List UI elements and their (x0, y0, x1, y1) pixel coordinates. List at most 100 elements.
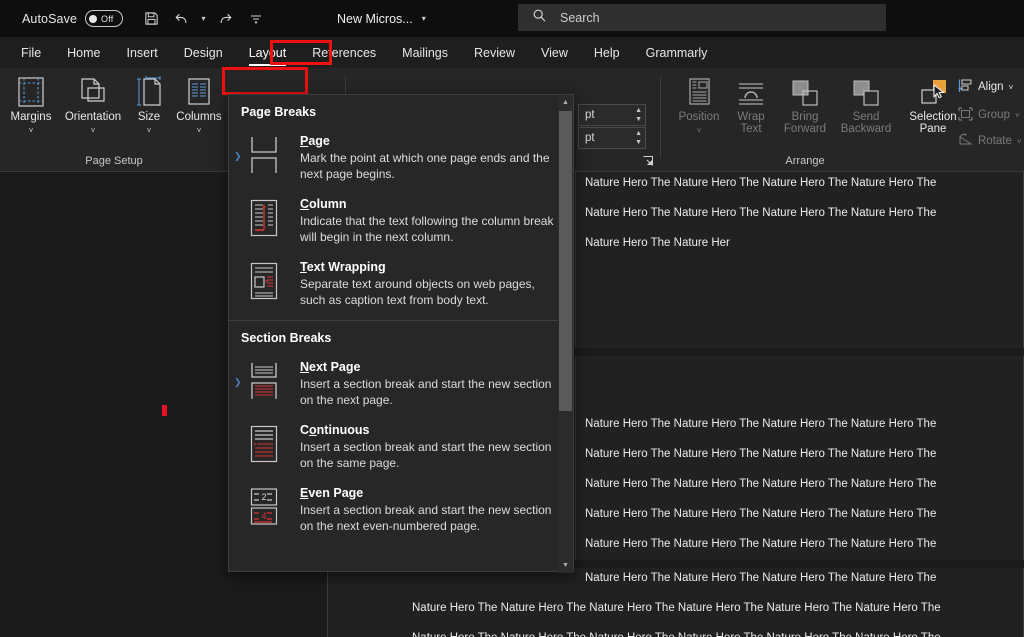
next-page-break-icon (242, 360, 286, 408)
ribbon-group-page-setup: Margins ˅ Orientation ˅ Size ˅ Columns ˅… (0, 68, 228, 172)
section-breaks-section-header: Section Breaks (241, 331, 332, 345)
position-icon (685, 74, 713, 108)
orientation-caret-icon[interactable]: ˅ (91, 126, 96, 135)
margins-icon (16, 74, 46, 108)
tab-references[interactable]: References (299, 37, 389, 68)
undo-dropdown-caret-icon[interactable]: ▾ (197, 5, 210, 32)
spacing-before-input[interactable]: pt ▲ ▼ (578, 104, 646, 126)
document-page-3[interactable]: Nature Hero The Nature Hero The Nature H… (327, 568, 1024, 637)
search-placeholder: Search (560, 10, 600, 25)
undo-icon[interactable] (167, 5, 195, 32)
word-application-window: AutoSave Off ▾ New Micros... ▾ Search Fi… (0, 0, 1024, 637)
redo-icon[interactable] (212, 5, 240, 32)
group-label: Group (978, 109, 1010, 121)
breaks-dropdown-menu[interactable]: Page Breaks ❯ Page Mark the point at which … (228, 94, 574, 573)
menu-scrollbar[interactable]: ▲ ▼ (558, 95, 573, 573)
customize-quick-access-toolbar-icon[interactable] (242, 5, 270, 32)
scroll-up-arrow-icon[interactable]: ▲ (558, 95, 573, 110)
document-text-line: Nature Hero The Nature Hero The Nature H… (412, 632, 941, 637)
page-break-icon (242, 134, 286, 182)
menu-item-title: Even Page (300, 486, 364, 500)
margins-caret-icon[interactable]: ˅ (29, 126, 34, 135)
bring-forward-button[interactable]: Bring Forward (776, 74, 834, 135)
dialog-box-launcher-icon[interactable] (643, 156, 654, 170)
group-caret-icon[interactable]: ˅ (1015, 111, 1020, 120)
menu-item-continuous[interactable]: Continuous Insert a section break and sta… (229, 416, 573, 479)
save-icon[interactable] (137, 5, 165, 32)
selection-pane-label: Selection Pane (909, 111, 957, 135)
orientation-icon (77, 74, 109, 108)
menu-item-column[interactable]: Column Indicate that the text following t… (229, 190, 573, 253)
autosave-control[interactable]: AutoSave Off (22, 10, 124, 27)
align-caret-icon[interactable]: ˅ (1009, 83, 1014, 92)
margins-button[interactable]: Margins ˅ (2, 74, 60, 135)
svg-text:4: 4 (261, 511, 266, 521)
orientation-label: Orientation (64, 111, 122, 123)
menu-item-description: Mark the point at which one page ends an… (300, 151, 550, 181)
size-icon (134, 74, 164, 108)
document-page-1[interactable]: Nature Hero The Nature Hero The Nature H… (575, 172, 1024, 348)
wrap-text-button[interactable]: Wrap Text (726, 74, 776, 135)
align-button[interactable]: Align ˅ (952, 76, 1019, 98)
columns-icon (185, 74, 213, 108)
menu-item-next-page[interactable]: ❯ Next Page Insert a section break and sta… (229, 353, 573, 416)
rotate-button[interactable]: Rotate ˅ (952, 130, 1024, 152)
wrap-text-icon (736, 74, 766, 108)
tab-view[interactable]: View (528, 37, 581, 68)
tab-help[interactable]: Help (581, 37, 633, 68)
columns-caret-icon[interactable]: ˅ (197, 126, 202, 135)
position-button[interactable]: Position ˅ (672, 74, 726, 135)
tab-layout[interactable]: Layout (236, 37, 300, 68)
menu-content: Page Breaks ❯ Page Mark the point at which … (229, 95, 573, 542)
menu-item-page[interactable]: ❯ Page Mark the point at which one page en… (229, 127, 573, 190)
chevron-right-icon: ❯ (234, 377, 242, 387)
document-text-line: Nature Hero The Nature Her (585, 237, 730, 249)
spacing-before-stepper[interactable]: ▲ ▼ (635, 105, 642, 125)
spacing-after-input[interactable]: pt ▲ ▼ (578, 127, 646, 149)
tab-file[interactable]: File (8, 37, 54, 68)
size-button[interactable]: Size ˅ (126, 74, 172, 135)
arrange-group-label: Arrange (785, 155, 825, 167)
menu-item-body: Text Wrapping Separate text around object… (300, 260, 561, 308)
menu-item-description: Separate text around objects on web page… (300, 277, 535, 307)
menu-item-description: Indicate that the text following the col… (300, 214, 554, 244)
menu-item-title: Column (300, 197, 347, 211)
tab-insert[interactable]: Insert (114, 37, 171, 68)
tab-home[interactable]: Home (54, 37, 113, 68)
search-icon (532, 8, 547, 28)
rotate-caret-icon[interactable]: ˅ (1017, 137, 1022, 146)
tab-label: View (541, 45, 568, 60)
columns-button[interactable]: Columns ˅ (170, 74, 228, 135)
menu-item-title: Next Page (300, 360, 361, 374)
spacing-after-value: pt (585, 132, 595, 144)
document-title-caret-icon[interactable]: ▾ (422, 14, 426, 23)
page-setup-group-label: Page Setup (85, 155, 143, 167)
document-page-2[interactable]: Nature Hero The Nature Hero The Nature H… (575, 356, 1024, 560)
menu-item-even-page[interactable]: 2 4 Even Page Insert a section break and st… (229, 479, 573, 542)
document-title: New Micros... (337, 11, 413, 26)
scroll-down-arrow-icon[interactable]: ▼ (558, 558, 573, 573)
scrollbar-thumb[interactable] (559, 111, 572, 411)
group-button[interactable]: Group ˅ (952, 104, 1024, 126)
tab-label: Home (67, 45, 101, 60)
send-backward-button[interactable]: Send Backward (830, 74, 902, 135)
size-caret-icon[interactable]: ˅ (147, 126, 152, 135)
tab-review[interactable]: Review (461, 37, 528, 68)
autosave-toggle[interactable]: Off (85, 10, 124, 27)
orientation-button[interactable]: Orientation ˅ (58, 74, 128, 135)
rotate-label: Rotate (978, 135, 1012, 147)
tab-design[interactable]: Design (171, 37, 236, 68)
search-box[interactable]: Search (518, 4, 886, 31)
document-text-line: Nature Hero The Nature Hero The Nature H… (585, 207, 937, 219)
tab-label: Design (183, 45, 223, 60)
tab-mailings[interactable]: Mailings (389, 37, 461, 68)
spacing-after-stepper[interactable]: ▲ ▼ (635, 128, 642, 148)
quick-access-toolbar: ▾ (137, 5, 270, 32)
tab-grammarly[interactable]: Grammarly (633, 37, 721, 68)
document-title-area[interactable]: New Micros... ▾ (337, 0, 426, 37)
document-text-line: Nature Hero The Nature Hero The Nature H… (585, 478, 937, 490)
svg-text:2: 2 (261, 492, 266, 502)
position-caret-icon[interactable]: ˅ (697, 126, 702, 135)
menu-item-text-wrapping[interactable]: Text Wrapping Separate text around object… (229, 253, 573, 316)
chevron-right-icon: ❯ (234, 151, 242, 161)
